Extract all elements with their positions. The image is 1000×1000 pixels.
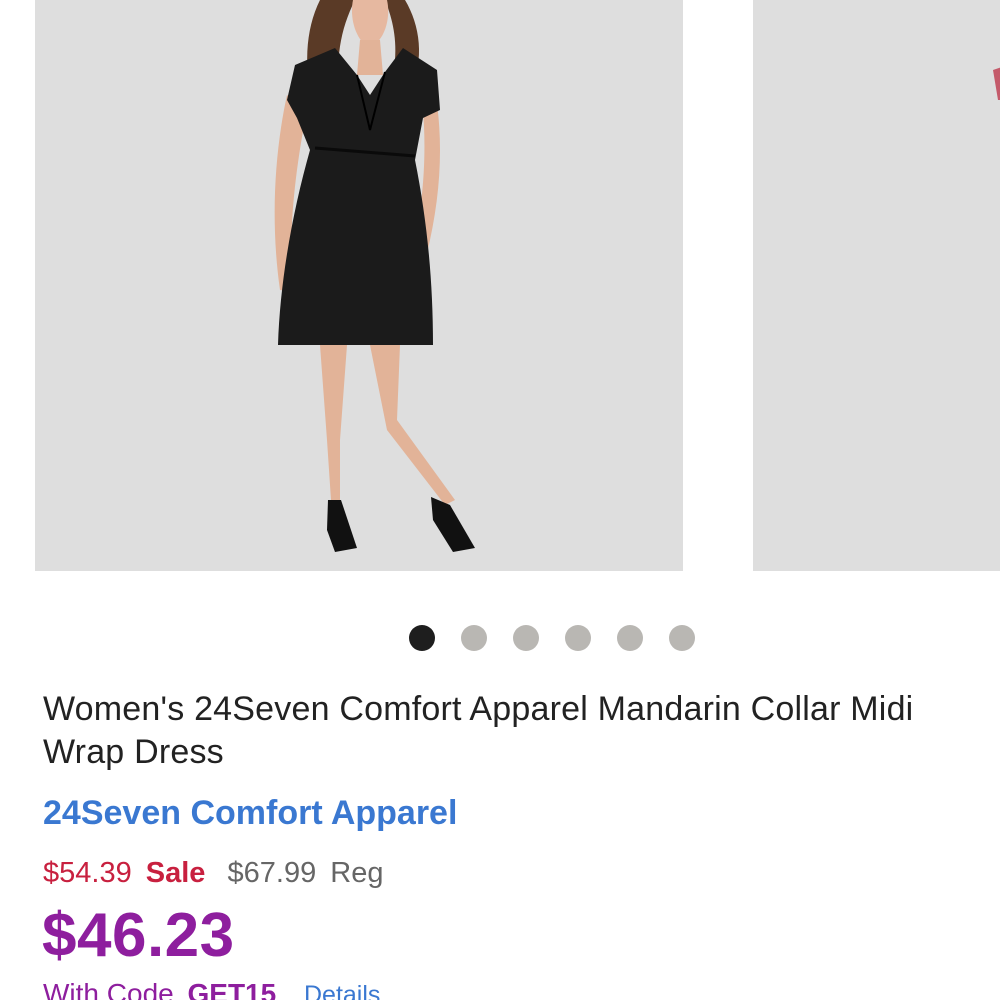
sale-label: Sale <box>145 857 206 889</box>
product-page: Women's 24Seven Comfort Apparel Mandarin… <box>0 0 1000 1000</box>
regular-label: Reg <box>330 857 384 889</box>
sale-price: $54.39 <box>43 857 132 889</box>
regular-price: $67.99 <box>227 857 317 889</box>
carousel-dot-4[interactable] <box>565 625 591 651</box>
details-link[interactable]: Details <box>304 981 380 1000</box>
next-image-preview <box>993 67 1000 100</box>
carousel-dot-1[interactable] <box>409 625 435 651</box>
carousel-dot-2[interactable] <box>461 625 487 651</box>
image-carousel[interactable] <box>0 0 1000 572</box>
promo-code-prefix: With Code <box>43 978 174 1000</box>
model-in-black-dress-illustration <box>274 0 475 552</box>
promo-price: $46.23 <box>42 901 235 970</box>
price-line: $54.39 Sale $67.99 Reg <box>43 857 383 890</box>
promo-code-line: With Code GET15 Details <box>43 978 380 1000</box>
product-image-next[interactable] <box>753 0 1000 571</box>
product-title: Women's 24Seven Comfort Apparel Mandarin… <box>43 690 914 771</box>
promo-code-value: GET15 <box>187 978 277 1000</box>
carousel-dot-3[interactable] <box>513 625 539 651</box>
carousel-dot-5[interactable] <box>617 625 643 651</box>
product-image-main[interactable] <box>35 0 683 571</box>
carousel-dot-6[interactable] <box>669 625 695 651</box>
carousel-pagination[interactable] <box>409 625 695 651</box>
brand-link[interactable]: 24Seven Comfort Apparel <box>43 794 457 833</box>
